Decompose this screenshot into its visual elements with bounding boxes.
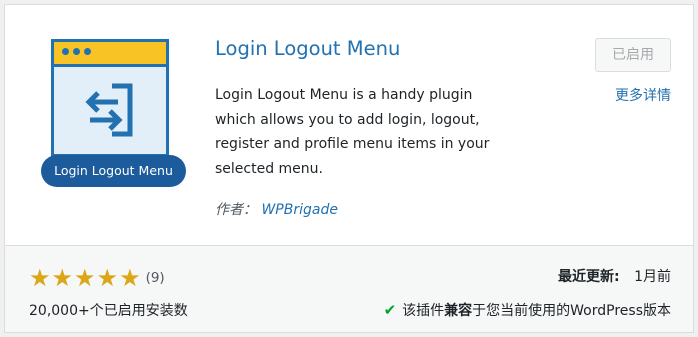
last-updated-value: 1月前 bbox=[634, 269, 671, 285]
compat-prefix: 该插件 bbox=[402, 303, 445, 319]
window-titlebar bbox=[54, 42, 166, 67]
star-filled-icon: ★ bbox=[74, 264, 96, 292]
active-installs: 20,000+个已启用安装数 bbox=[29, 303, 188, 319]
plugin-card-bottom: ★ ★ ★ ★ ★ (9) 20,000+个已启用安装数 最近更新: 1月前 ✔… bbox=[5, 245, 693, 332]
last-updated-label: 最近更新: bbox=[558, 269, 620, 285]
window-icon bbox=[51, 39, 169, 157]
star-filled-icon: ★ bbox=[29, 264, 51, 292]
compat-suffix: 于您当前使用的WordPress版本 bbox=[472, 303, 671, 319]
last-updated: 最近更新: 1月前 bbox=[558, 266, 671, 286]
dot-icon bbox=[84, 48, 91, 55]
activated-button[interactable]: 已启用 bbox=[595, 38, 671, 72]
star-rating: ★ ★ ★ ★ ★ (9) bbox=[29, 266, 165, 290]
icon-badge: Login Logout Menu bbox=[41, 155, 186, 187]
compat-bold: 兼容 bbox=[444, 303, 473, 319]
plugin-card: Login Logout Menu Login Logout Menu Logi… bbox=[4, 4, 694, 333]
plugin-icon[interactable]: Login Logout Menu bbox=[41, 39, 186, 189]
plugin-card-top: Login Logout Menu Login Logout Menu Logi… bbox=[5, 5, 693, 245]
star-filled-icon: ★ bbox=[51, 264, 74, 292]
login-logout-icon bbox=[85, 83, 133, 137]
checkmark-icon: ✔ bbox=[383, 301, 397, 319]
dot-icon bbox=[73, 48, 80, 55]
star-filled-icon: ★ bbox=[119, 264, 141, 292]
more-details-link[interactable]: 更多详情 bbox=[615, 85, 671, 105]
plugin-title-link[interactable]: Login Logout Menu bbox=[215, 37, 400, 60]
plugin-author: 作者： WPBrigade bbox=[215, 199, 338, 219]
compatibility: ✔ 该插件 兼容 于您当前使用的WordPress版本 bbox=[384, 300, 671, 320]
star-filled-icon: ★ bbox=[96, 264, 119, 292]
plugin-description: Login Logout Menu is a handy plugin whic… bbox=[215, 87, 490, 177]
author-label: 作者： bbox=[215, 202, 257, 218]
rating-count[interactable]: (9) bbox=[146, 270, 165, 286]
dot-icon bbox=[62, 48, 69, 55]
author-link[interactable]: WPBrigade bbox=[261, 202, 338, 218]
